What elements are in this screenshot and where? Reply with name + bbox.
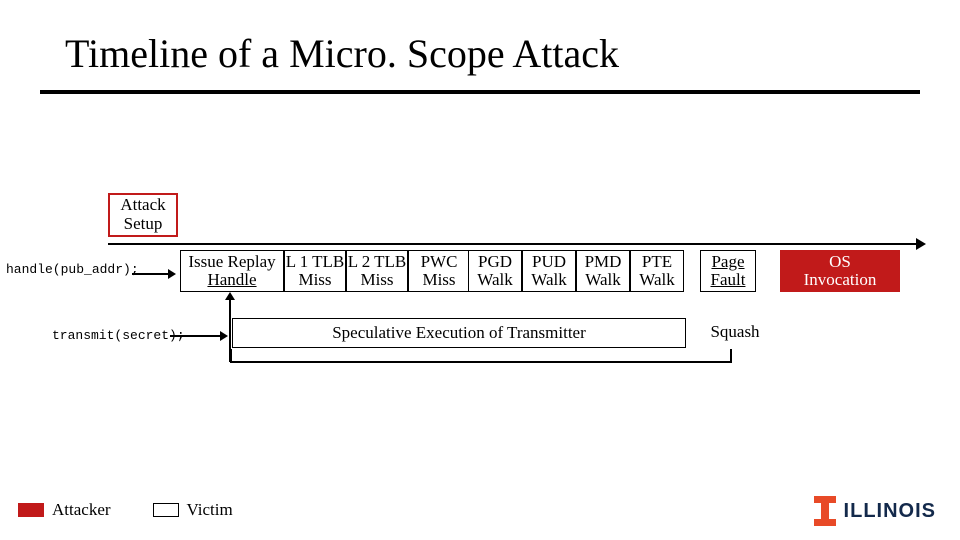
page-fault-box: Page Fault [700,250,756,292]
pgf-l1: Page [701,253,755,271]
slide: Timeline of a Micro. Scope Attack Attack… [0,0,960,540]
return-arrow-path [230,349,770,369]
arrow-up-icon [225,292,235,300]
attack-setup-l2: Setup [110,215,176,234]
squash-label: Squash [700,318,770,348]
pwc-miss-box: PWC Miss [408,250,470,292]
l1tlb-l1: L 1 TLB [285,253,345,271]
l1tlb-miss-box: L 1 TLB Miss [284,250,346,292]
l2tlb-miss-box: L 2 TLB Miss [346,250,408,292]
pte-l2: Walk [631,271,683,289]
block-i-icon [814,496,836,526]
title-underline [40,90,920,94]
arrow-right-icon [168,269,176,279]
pwc-l1: PWC [409,253,469,271]
axis-line [108,243,916,245]
l2tlb-l2: Miss [347,271,407,289]
l2tlb-l1: L 2 TLB [347,253,407,271]
attack-setup-box: Attack Setup [108,193,178,237]
swatch-victim [153,503,179,517]
legend-victim: Victim [187,500,233,520]
illinois-wordmark: ILLINOIS [844,500,936,523]
pud-l2: Walk [523,271,575,289]
os-invocation-box: OS Invocation [780,250,900,292]
pte-l1: PTE [631,253,683,271]
l1tlb-l2: Miss [285,271,345,289]
arrow-line [132,273,168,275]
page-title: Timeline of a Micro. Scope Attack [65,30,619,77]
return-horiz-seg [230,361,732,363]
illinois-logo: ILLINOIS [814,496,936,526]
label-transmit: transmit(secret); [52,328,185,343]
label-handle: handle(pub_addr); [6,262,139,277]
pmd-l1: PMD [577,253,629,271]
arrow-right-icon [220,331,228,341]
os-l1: OS [781,253,899,271]
speculative-execution-box: Speculative Execution of Transmitter [232,318,686,348]
pmd-walk-box: PMD Walk [576,250,630,292]
legend-attacker: Attacker [52,500,111,520]
legend: Attacker Victim [18,500,233,520]
timeline-axis [108,240,926,248]
issue-replay-handle-box: Issue Replay Handle [180,250,284,292]
arrow-right-icon [916,238,926,250]
issue-l1: Issue Replay [181,253,283,271]
pgf-l2: Fault [701,271,755,289]
return-stem [229,300,231,362]
pgd-l1: PGD [469,253,521,271]
pte-walk-box: PTE Walk [630,250,684,292]
pgd-walk-box: PGD Walk [468,250,522,292]
pwc-l2: Miss [409,271,469,289]
pmd-l2: Walk [577,271,629,289]
pgd-l2: Walk [469,271,521,289]
attack-setup-l1: Attack [110,196,176,215]
arrow-to-issue [132,270,176,278]
swatch-attacker [18,503,44,517]
pud-walk-box: PUD Walk [522,250,576,292]
issue-l2: Handle [181,271,283,289]
arrow-line [170,335,220,337]
pud-l1: PUD [523,253,575,271]
os-l2: Invocation [781,271,899,289]
arrow-to-spec [170,332,228,340]
